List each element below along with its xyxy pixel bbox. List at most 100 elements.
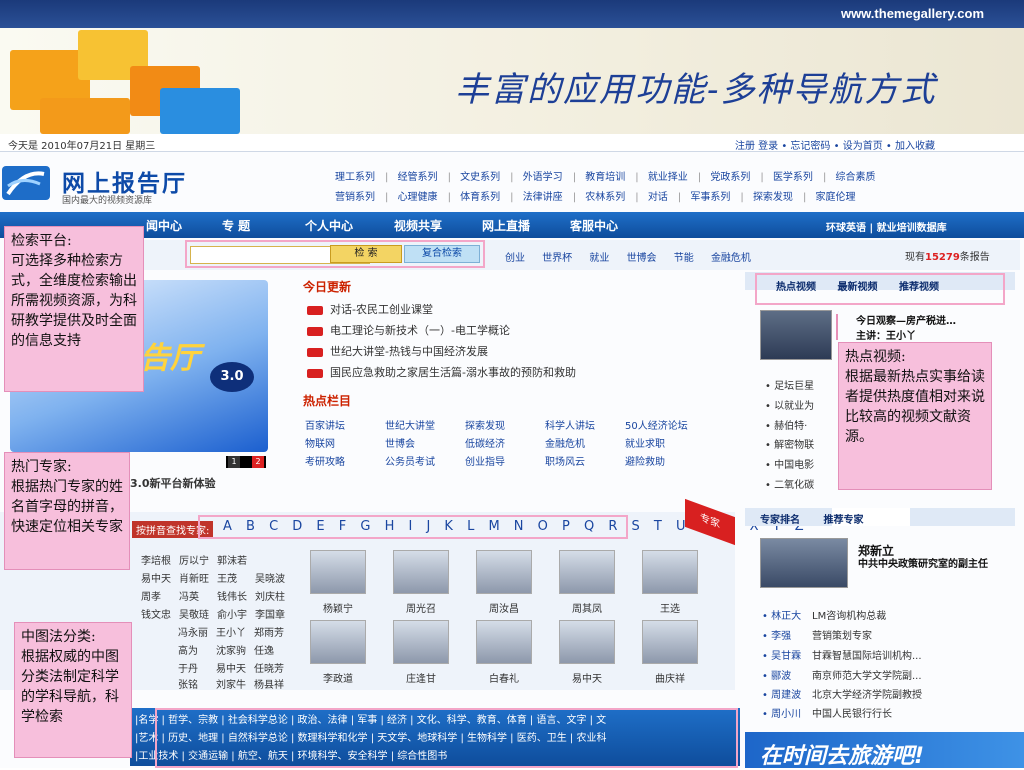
hot-column-link[interactable]: 就业求职 — [625, 435, 705, 450]
expert-name-link[interactable]: 俞小宇 — [217, 606, 255, 621]
expert-photo-name[interactable]: 曲庆祥 — [642, 670, 698, 685]
promo-page-2[interactable]: 2 — [252, 456, 264, 468]
category-link[interactable]: 军事系列 — [690, 192, 730, 203]
expert-photo-name[interactable]: 白春礼 — [476, 670, 532, 685]
promo-page-1[interactable]: 1 — [228, 456, 240, 468]
hot-column-link[interactable]: 探索发现 — [465, 417, 545, 432]
expert-photo[interactable] — [393, 550, 449, 594]
hot-column-link[interactable]: 创业指导 — [465, 453, 545, 468]
category-link[interactable]: 就业择业 — [648, 172, 688, 183]
quick-link[interactable]: 金融危机 — [711, 253, 751, 264]
tab-expert-ranking[interactable]: 专家排名 — [760, 515, 800, 526]
expert-name-link[interactable]: 沈家驹 — [216, 642, 254, 657]
video-title[interactable]: 今日观察—房产税进… — [856, 312, 956, 327]
category-link[interactable]: 教育培训 — [585, 172, 625, 183]
hot-video-item[interactable]: • 二氧化碳 — [765, 476, 814, 491]
news-item[interactable]: 对话-农民工创业课堂 — [307, 301, 433, 317]
expert-photo[interactable] — [642, 550, 698, 594]
expert-name-link[interactable]: 王茂 — [217, 570, 255, 585]
hot-column-link[interactable]: 公务员考试 — [385, 453, 465, 468]
hot-video-item[interactable]: • 足坛巨星 — [765, 377, 814, 392]
nav-video-share[interactable]: 视频共享 — [394, 217, 442, 234]
category-link[interactable]: 外语学习 — [523, 172, 563, 183]
util-links[interactable]: 注册 登录 • 忘记密码 • 设为首页 • 加入收藏 — [735, 137, 935, 152]
expert-photo[interactable] — [310, 550, 366, 594]
expert-list-item[interactable]: • 吴甘霖 甘霖智慧国际培训机构... — [762, 647, 922, 662]
hot-video-item[interactable]: • 以就业为 — [765, 397, 814, 412]
expert-photo[interactable] — [476, 620, 532, 664]
hot-video-item[interactable]: • 赫伯特· — [765, 417, 807, 432]
category-link[interactable]: 探索发现 — [753, 192, 793, 203]
expert-photo-name[interactable]: 王选 — [642, 600, 698, 615]
quick-link[interactable]: 创业 — [505, 253, 525, 264]
expert-photo[interactable] — [393, 620, 449, 664]
category-link[interactable]: 经管系列 — [398, 172, 438, 183]
hot-column-link[interactable]: 避险救助 — [625, 453, 705, 468]
hot-column-link[interactable]: 世纪大讲堂 — [385, 417, 465, 432]
category-link[interactable]: 对话 — [648, 192, 668, 203]
expert-name-link[interactable]: 厉以宁 — [179, 552, 217, 567]
expert-name-link[interactable]: 任逸 — [254, 642, 292, 657]
hot-column-link[interactable]: 百家讲坛 — [305, 417, 385, 432]
expert-photo-name[interactable]: 李政道 — [310, 670, 366, 685]
expert-name-link[interactable]: 钱文忠 — [141, 606, 179, 621]
expert-name-link[interactable]: 钱伟长 — [217, 588, 255, 603]
expert-photo[interactable] — [642, 620, 698, 664]
hot-column-link[interactable]: 低碳经济 — [465, 435, 545, 450]
news-item[interactable]: 电工理论与新技术（一）-电工学概论 — [307, 322, 510, 338]
hot-video-item[interactable]: • 解密物联 — [765, 436, 814, 451]
expert-photo-name[interactable]: 周汝昌 — [476, 600, 532, 615]
expert-name-link[interactable]: 张铭 — [178, 676, 216, 691]
expert-name-link[interactable]: 冯永丽 — [178, 624, 216, 639]
nav-service[interactable]: 客服中心 — [570, 217, 618, 234]
expert-photo-name[interactable]: 庄逢甘 — [393, 670, 449, 685]
hot-column-link[interactable]: 50人经济论坛 — [625, 417, 705, 432]
expert-name-link[interactable]: 李国章 — [255, 606, 293, 621]
expert-name-link[interactable]: 刘庆柱 — [255, 588, 293, 603]
quick-link[interactable]: 世界杯 — [542, 253, 572, 264]
expert-list-item[interactable]: • 林正大 LM咨询机构总裁 — [762, 607, 886, 622]
nav-topics[interactable]: 专 题 — [222, 217, 250, 234]
expert-photo-name[interactable]: 周光召 — [393, 600, 449, 615]
category-link[interactable]: 综合素质 — [836, 172, 876, 183]
quick-link[interactable]: 世博会 — [627, 253, 657, 264]
quick-link[interactable]: 节能 — [674, 253, 694, 264]
hot-column-link[interactable]: 考研攻略 — [305, 453, 385, 468]
category-link[interactable]: 家庭伦理 — [816, 192, 856, 203]
category-link[interactable]: 体育系列 — [460, 192, 500, 203]
expert-photo[interactable] — [559, 550, 615, 594]
video-thumbnail[interactable] — [760, 310, 832, 360]
category-link[interactable]: 法律讲座 — [523, 192, 563, 203]
expert-list-item[interactable]: • 李强 营销策划专家 — [762, 627, 872, 642]
expert-name-link[interactable]: 李培根 — [141, 552, 179, 567]
promo-caption[interactable]: 3.0新平台新体验 — [130, 475, 216, 491]
expert-name-link[interactable]: 刘家牛 — [216, 676, 254, 691]
news-item[interactable]: 世纪大讲堂-热钱与中国经济发展 — [307, 343, 488, 359]
category-link[interactable]: 农林系列 — [585, 192, 625, 203]
hot-column-link[interactable]: 世博会 — [385, 435, 465, 450]
featured-expert-name[interactable]: 郑新立 — [858, 542, 894, 559]
expert-name-link[interactable]: 于丹 — [178, 660, 216, 675]
expert-name-link[interactable]: 易中天 — [216, 660, 254, 675]
featured-expert-photo[interactable] — [760, 538, 848, 588]
expert-name-link[interactable]: 杨县祥 — [254, 676, 292, 691]
hot-column-link[interactable]: 金融危机 — [545, 435, 625, 450]
expert-name-link[interactable]: 高为 — [178, 642, 216, 657]
expert-name-link[interactable]: 冯英 — [179, 588, 217, 603]
category-link[interactable]: 医学系列 — [773, 172, 813, 183]
expert-photo[interactable] — [476, 550, 532, 594]
expert-photo-name[interactable]: 易中天 — [559, 670, 615, 685]
expert-photo-name[interactable]: 周其凤 — [559, 600, 615, 615]
nav-personal[interactable]: 个人中心 — [305, 217, 353, 234]
tab-recommended-expert[interactable]: 推荐专家 — [823, 515, 863, 526]
expert-name-link[interactable]: 任晓芳 — [254, 660, 292, 675]
news-item[interactable]: 国民应急救助之家居生活篇-溺水事故的预防和救助 — [307, 364, 576, 380]
expert-name-link[interactable]: 易中天 — [141, 570, 179, 585]
hot-video-item[interactable]: • 中国电影 — [765, 456, 814, 471]
expert-list-item[interactable]: • 周建波 北京大学经济学院副教授 — [762, 686, 922, 701]
expert-name-link[interactable]: 吴晓波 — [255, 570, 293, 585]
expert-photo[interactable] — [559, 620, 615, 664]
expert-name-link[interactable]: 王小丫 — [216, 624, 254, 639]
expert-list-item[interactable]: • 郦波 南京师范大学文学院副... — [762, 667, 922, 682]
nav-right-links[interactable]: 环球英语 | 就业培训数据库 — [826, 219, 947, 234]
